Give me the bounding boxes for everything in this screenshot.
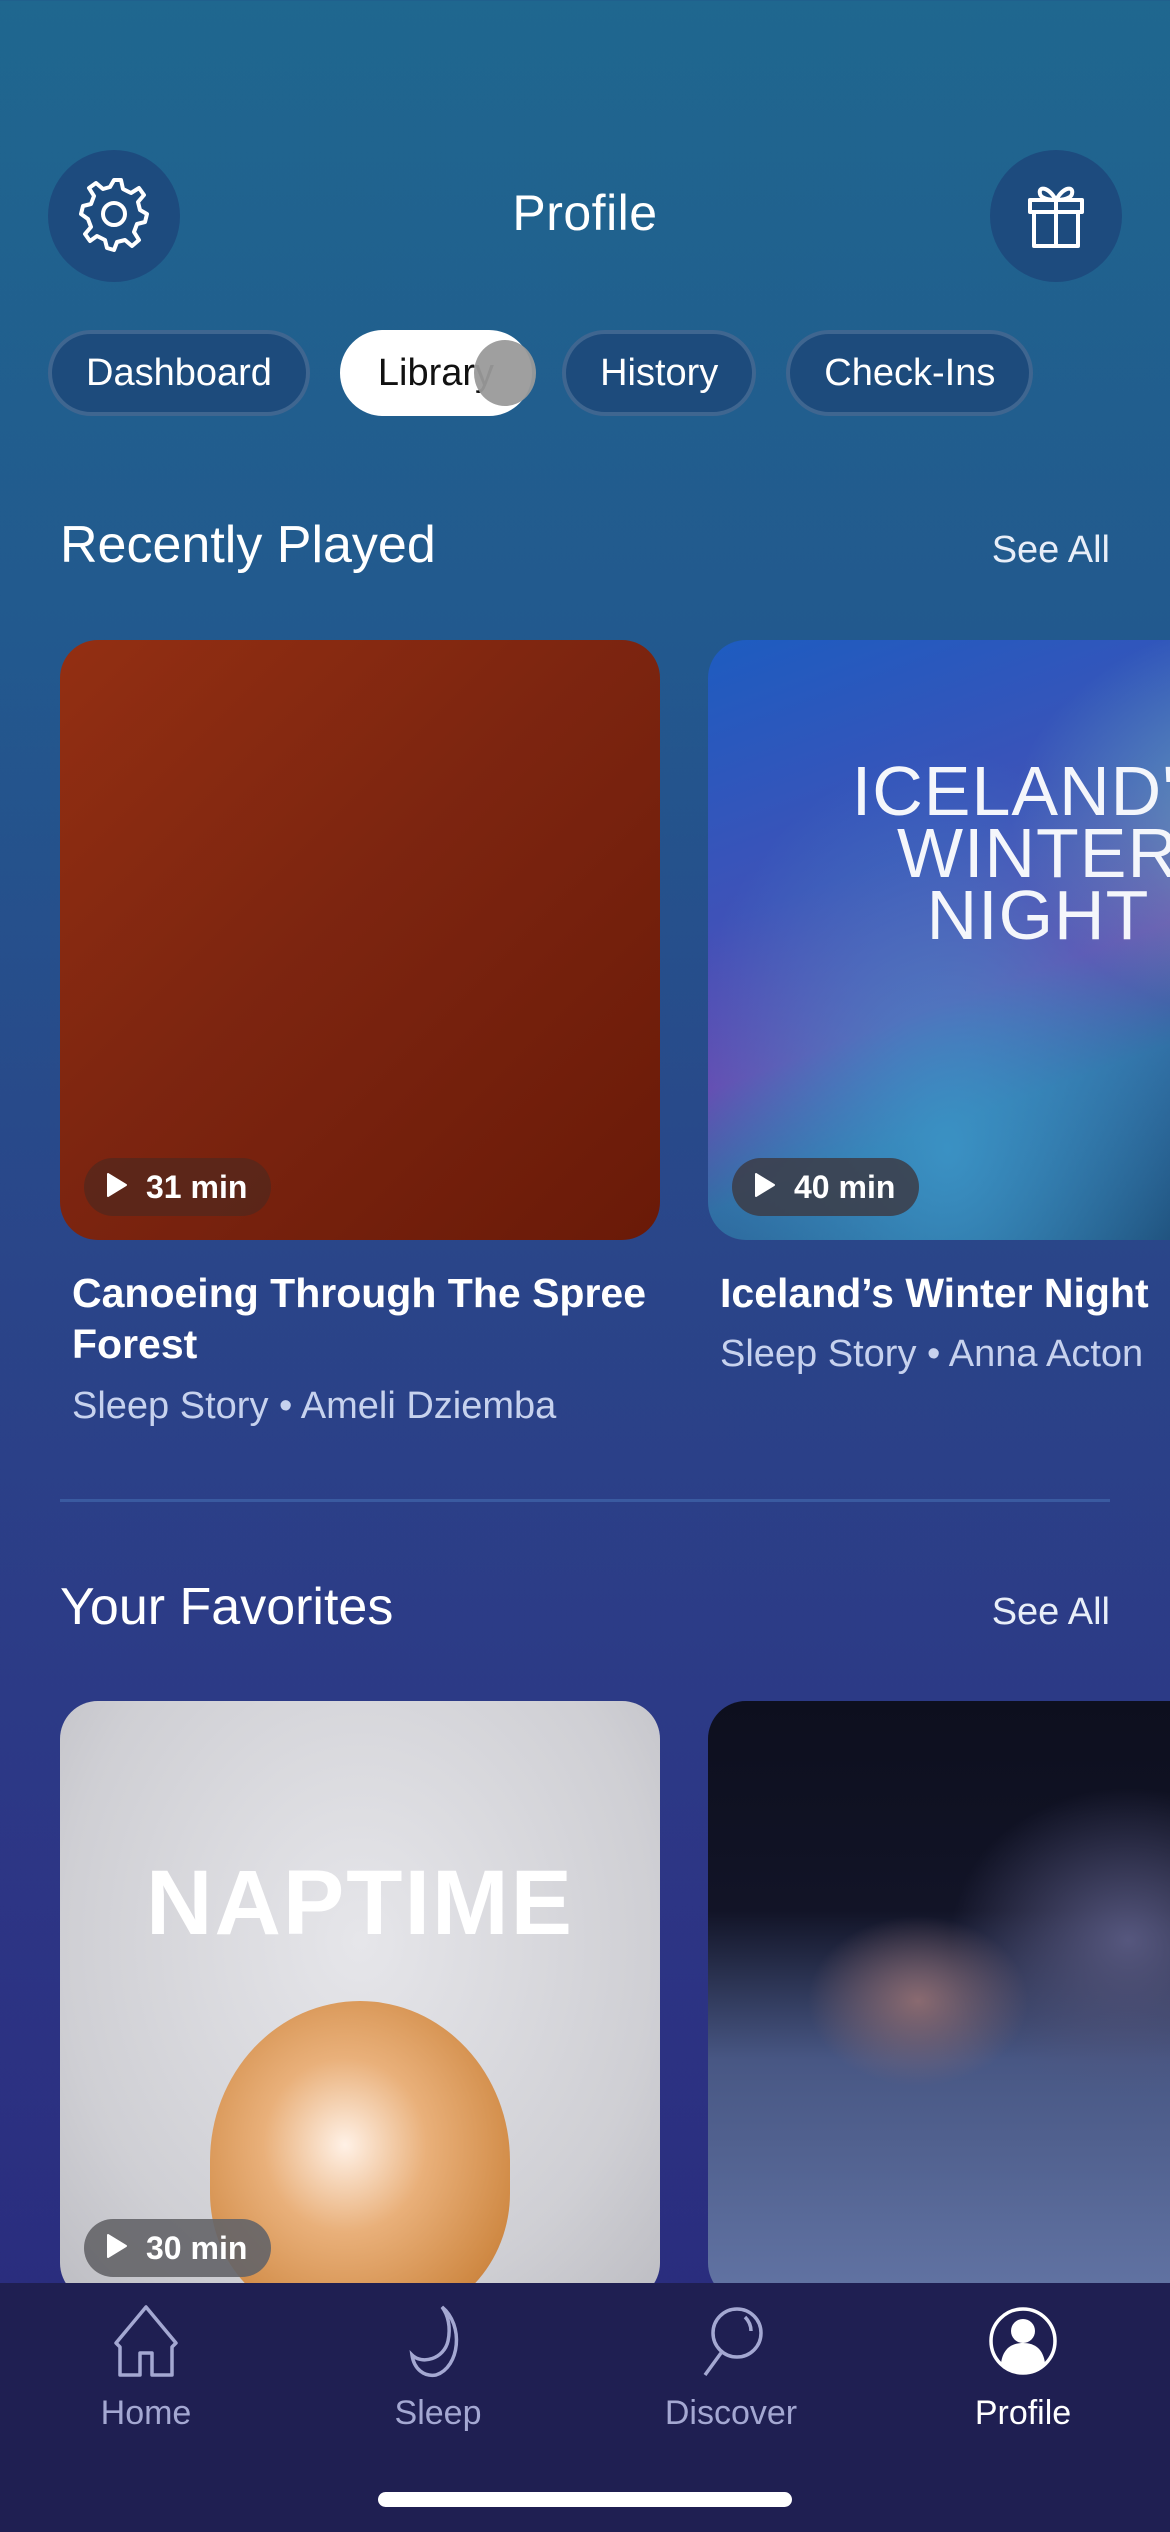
- card-artwork: ICELAND'SWINTERNIGHT 40 min: [708, 640, 1170, 1240]
- section-divider: [60, 1499, 1110, 1502]
- home-icon: [110, 2303, 182, 2394]
- tab-dashboard[interactable]: Dashboard: [48, 330, 310, 416]
- content-card[interactable]: NAPTIME 30 min: [60, 1701, 660, 2301]
- nav-profile[interactable]: Profile: [943, 2303, 1103, 2433]
- favorites-row: NAPTIME 30 min: [60, 1701, 1170, 2301]
- nav-label: Discover: [664, 2394, 798, 2432]
- header: Profile: [0, 150, 1170, 282]
- card-artwork: NAPTIME 30 min: [60, 1701, 660, 2301]
- gift-button[interactable]: [990, 150, 1122, 282]
- nav-label: Home: [100, 2394, 192, 2432]
- tab-history[interactable]: History: [562, 330, 757, 416]
- section-title: Recently Played: [60, 516, 436, 574]
- gift-icon: [1026, 178, 1086, 255]
- content-card[interactable]: ICELAND'SWINTERNIGHT 40 min Iceland’s Wi…: [708, 640, 1170, 1428]
- duration-badge: 31 min: [84, 1158, 272, 1216]
- section-title: Your Favorites: [60, 1578, 394, 1636]
- card-title: Canoeing Through The Spree Forest: [72, 1270, 647, 1368]
- duration-text: 31 min: [146, 1168, 248, 1205]
- artwork-title: NAPTIME: [146, 1852, 574, 1954]
- duration-badge: 40 min: [732, 1158, 920, 1216]
- play-icon: [106, 2230, 128, 2267]
- tab-check-ins[interactable]: Check-Ins: [786, 330, 1034, 416]
- nav-discover[interactable]: Discover: [651, 2303, 811, 2433]
- home-indicator[interactable]: [378, 2492, 792, 2507]
- artwork-title: ICELAND'SWINTERNIGHT: [851, 752, 1170, 954]
- profile-icon: [987, 2303, 1059, 2394]
- card-artwork: 31 min: [60, 640, 660, 1240]
- duration-badge: 30 min: [84, 2219, 272, 2277]
- nav-label: Sleep: [394, 2394, 482, 2432]
- favorites-header: Your Favorites See All: [60, 1577, 1110, 1637]
- recently-played-row: 31 min Canoeing Through The Spree Forest…: [60, 640, 1170, 1428]
- content-card[interactable]: 31 min Canoeing Through The Spree Forest…: [60, 640, 660, 1428]
- nav-sleep[interactable]: Sleep: [358, 2303, 518, 2433]
- play-icon: [106, 1169, 128, 1206]
- tab-label: Check-Ins: [824, 351, 996, 394]
- duration-text: 40 min: [794, 1168, 896, 1205]
- recently-played-header: Recently Played See All: [60, 515, 1110, 575]
- tab-label: History: [600, 351, 719, 394]
- search-icon: [695, 2303, 767, 2394]
- duration-text: 30 min: [146, 2229, 248, 2266]
- moon-icon: [402, 2303, 474, 2394]
- nav-label: Profile: [974, 2394, 1072, 2432]
- see-all-link[interactable]: See All: [992, 529, 1110, 572]
- tab-label: Dashboard: [86, 351, 272, 394]
- card-title: Iceland’s Winter Night: [720, 1270, 1149, 1316]
- see-all-link[interactable]: See All: [992, 1591, 1110, 1634]
- tab-library[interactable]: Library: [339, 330, 537, 416]
- play-icon: [754, 1169, 776, 1206]
- content-card[interactable]: [708, 1701, 1170, 2301]
- segment-tabs: Dashboard Library History Check-Ins: [48, 330, 1034, 416]
- nav-home[interactable]: Home: [66, 2303, 226, 2433]
- touch-indicator: [474, 340, 537, 406]
- card-subtitle: Sleep Story • Anna Acton: [720, 1333, 1144, 1376]
- card-subtitle: Sleep Story • Ameli Dziemba: [72, 1384, 557, 1427]
- card-artwork: [708, 1701, 1170, 2301]
